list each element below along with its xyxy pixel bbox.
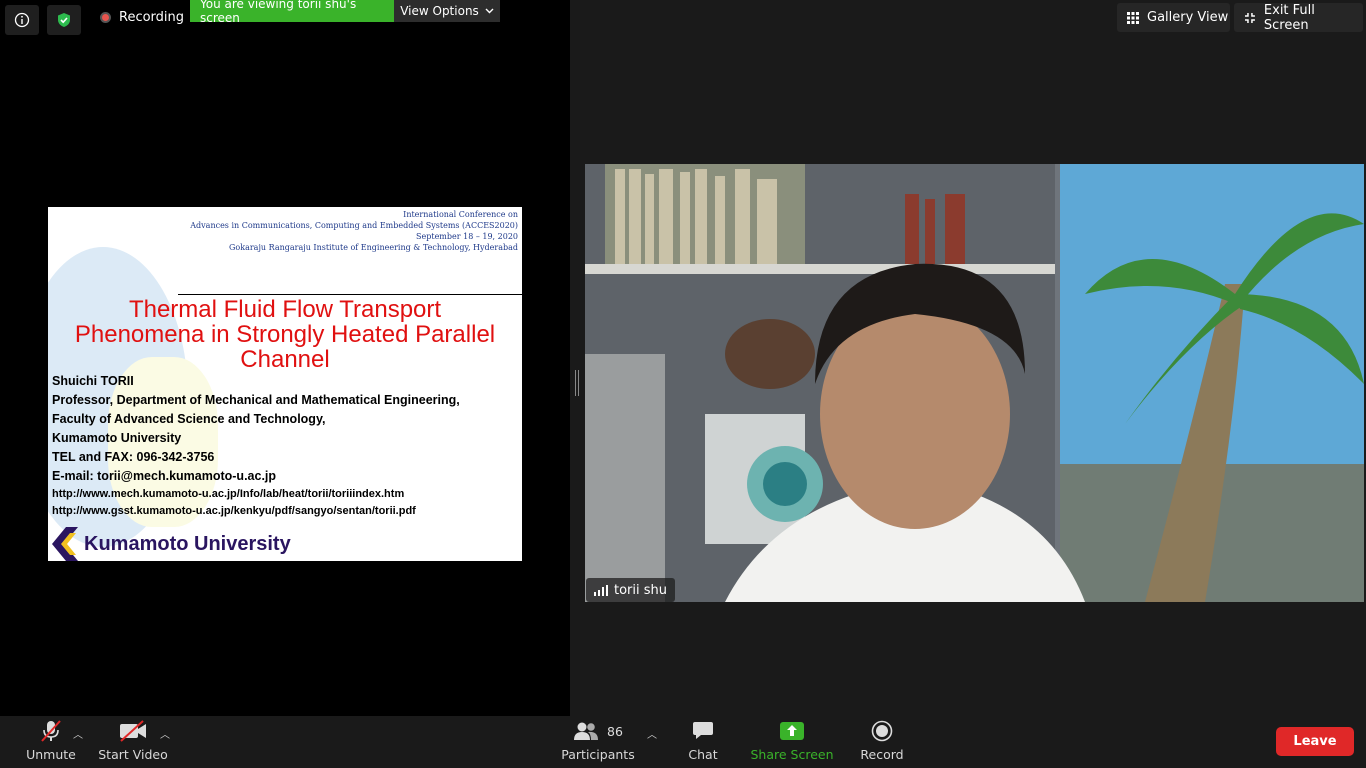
share-screen-icon <box>780 722 804 740</box>
security-button[interactable] <box>47 5 81 35</box>
chevron-down-icon <box>485 8 494 14</box>
participants-count: 86 <box>607 723 623 739</box>
participants-button[interactable]: 86 Participants <box>561 716 635 768</box>
university-chevron-logo-icon <box>52 527 78 561</box>
unmute-label: Unmute <box>26 747 76 762</box>
leave-button[interactable]: Leave <box>1276 727 1354 756</box>
unmute-button[interactable]: Unmute <box>24 716 78 768</box>
start-video-button[interactable]: Start Video <box>98 716 168 768</box>
signal-bars-icon <box>594 584 608 596</box>
video-frame-image <box>585 164 1364 602</box>
record-button[interactable]: Record <box>858 716 906 768</box>
participants-icon <box>574 722 599 740</box>
pane-splitter-handle[interactable] <box>575 370 580 396</box>
conference-header: International Conference on Advances in … <box>158 209 518 253</box>
conference-line: Advances in Communications, Computing an… <box>190 221 518 230</box>
recording-dot-icon <box>100 12 111 23</box>
shield-check-icon <box>58 13 70 27</box>
gallery-view-button[interactable]: Gallery View <box>1117 3 1230 32</box>
chat-label: Chat <box>688 747 718 762</box>
header-divider <box>178 294 522 295</box>
exit-fullscreen-icon <box>1244 12 1255 23</box>
meeting-toolbar: Unmute ︿ Start Video ︿ 86 Participants ︿… <box>0 716 1366 768</box>
microphone-muted-icon <box>41 720 61 742</box>
participant-name-tag: torii shu <box>586 578 676 602</box>
record-label: Record <box>860 747 904 762</box>
author-name: Shuichi TORII <box>52 374 134 388</box>
recording-label: Recording <box>119 10 185 25</box>
url-line: http://www.mech.kumamoto-u.ac.jp/Info/la… <box>52 488 405 500</box>
recording-indicator[interactable]: Recording <box>100 10 184 25</box>
slide-title: Thermal Fluid Flow Transport Phenomena i… <box>74 296 496 373</box>
exit-full-screen-button[interactable]: Exit Full Screen <box>1234 2 1363 33</box>
grid-icon <box>1127 11 1139 24</box>
meeting-info-button[interactable] <box>5 5 39 35</box>
url-line: http://www.gsst.kumamoto-u.ac.jp/kenkyu/… <box>52 505 416 517</box>
info-icon <box>14 12 30 28</box>
gallery-view-label: Gallery View <box>1147 10 1229 25</box>
video-camera-off-icon <box>120 720 146 742</box>
share-screen-label: Share Screen <box>750 747 834 762</box>
conference-line: Gokaraju Rangaraju Institute of Engineer… <box>229 243 518 252</box>
participants-label: Participants <box>561 747 635 762</box>
view-options-button[interactable]: View Options <box>394 0 500 22</box>
author-details: Shuichi TORII Professor, Department of M… <box>52 372 460 520</box>
start-video-label: Start Video <box>98 747 168 762</box>
shared-slide: International Conference on Advances in … <box>48 207 522 561</box>
audio-options-chevron-icon[interactable]: ︿ <box>73 726 83 741</box>
participants-options-chevron-icon[interactable]: ︿ <box>647 726 657 741</box>
viewing-screen-banner: You are viewing torii shu's screen <box>190 0 394 25</box>
participant-name: torii shu <box>614 582 668 598</box>
chat-button[interactable]: Chat <box>684 716 722 768</box>
university-logo-text: Kumamoto University <box>84 532 291 555</box>
share-screen-button[interactable]: Share Screen <box>750 716 834 768</box>
exit-full-screen-label: Exit Full Screen <box>1263 2 1315 33</box>
participant-video[interactable] <box>585 164 1364 602</box>
video-options-chevron-icon[interactable]: ︿ <box>160 726 170 741</box>
conference-line: September 18 – 19, 2020 <box>416 232 518 241</box>
record-icon <box>871 720 893 742</box>
conference-line: International Conference on <box>403 210 518 219</box>
view-options-label: View Options <box>400 4 479 18</box>
chat-bubble-icon <box>693 722 713 739</box>
university-logo: Kumamoto University <box>50 527 291 561</box>
